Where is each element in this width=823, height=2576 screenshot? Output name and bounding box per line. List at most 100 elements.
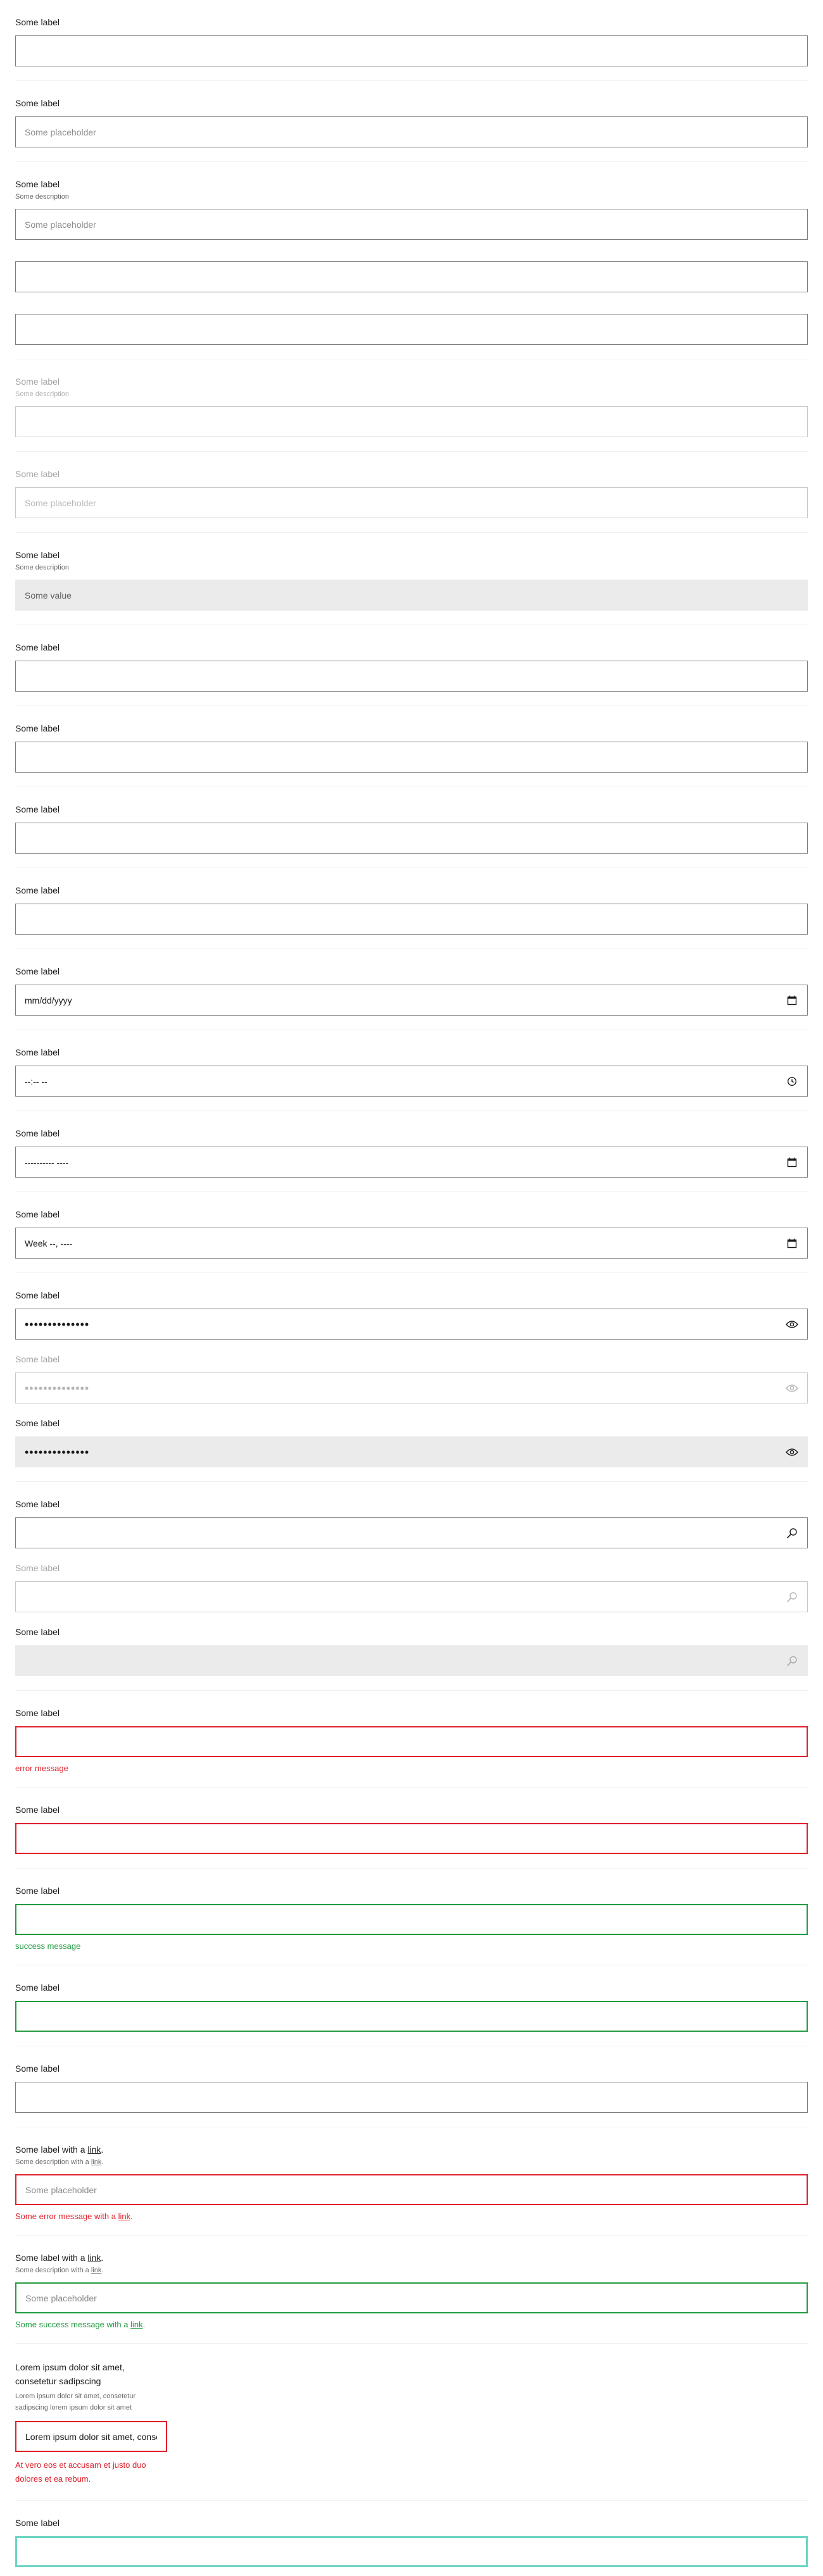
placeholder-text: Some placeholder	[25, 219, 96, 230]
success-message: Some success message with a link.	[15, 2320, 146, 2329]
field-group: Some label	[15, 706, 808, 787]
date-input[interactable]: mm/dd/yyyy	[15, 985, 808, 1016]
field-group: Some label	[15, 787, 808, 868]
field-label: Some label	[15, 1563, 60, 1573]
calendar-icon[interactable]	[786, 1156, 798, 1169]
search-icon	[786, 1655, 798, 1667]
description-link[interactable]: link	[91, 2267, 102, 2274]
field-label: Some label	[15, 885, 60, 895]
placeholder-text: Some placeholder	[25, 497, 96, 508]
field-group-disabled: Some label Some placeholder	[15, 452, 808, 533]
text-input-disabled	[15, 406, 808, 437]
field-group-readonly: Some label Some description Some value	[15, 533, 808, 625]
field-label: Some label	[15, 804, 60, 814]
placeholder-text: Some placeholder	[25, 2293, 97, 2303]
eye-icon[interactable]	[786, 1318, 798, 1331]
field-label: Some label	[15, 376, 60, 387]
field-description: Some description	[15, 193, 69, 201]
calendar-icon[interactable]	[786, 994, 798, 1007]
password-input-readonly: ••••••••••••••	[15, 1436, 808, 1467]
error-message: error message	[15, 1764, 68, 1773]
field-group-error: Some label error message	[15, 1691, 808, 1788]
text-input[interactable]: Some placeholder	[15, 209, 808, 240]
text-input-error[interactable]: Some placeholder	[15, 2174, 808, 2205]
text-input[interactable]	[15, 2082, 808, 2113]
field-value: Some value	[25, 590, 72, 600]
search-icon	[786, 1591, 798, 1603]
week-input[interactable]: Week --, ----	[15, 1228, 808, 1259]
success-link[interactable]: link	[130, 2320, 143, 2329]
text-input-error[interactable]	[15, 1823, 808, 1854]
field-value: Lorem ipsum dolor sit amet, conset	[25, 2431, 157, 2442]
placeholder-text: Some placeholder	[25, 2184, 97, 2195]
calendar-icon[interactable]	[786, 1237, 798, 1250]
text-input-error[interactable]: Lorem ipsum dolor sit amet, conset	[15, 2421, 167, 2452]
field-label: Some label	[15, 1805, 60, 1815]
success-message: success message	[15, 1941, 81, 1951]
text-input[interactable]	[15, 314, 808, 345]
search-icon[interactable]	[786, 1527, 798, 1540]
week-format: Week --, ----	[25, 1238, 73, 1248]
text-input-success[interactable]	[15, 1904, 808, 1935]
field-group: Some label ---------- ----	[15, 1111, 808, 1192]
field-label: Some label	[15, 1982, 60, 1993]
field-label: Some label	[15, 1354, 60, 1364]
eye-icon[interactable]	[786, 1446, 798, 1459]
field-description: Some description with a link.	[15, 2267, 104, 2274]
form-page: Some label Some label Some placeholder S…	[0, 0, 823, 2576]
field-label: Some label	[15, 179, 60, 189]
field-group-link-error: Some label with a link. Some description…	[15, 2127, 808, 2236]
field-group: Some label mm/dd/yyyy	[15, 949, 808, 1030]
field-label: Some label	[15, 1047, 60, 1057]
field-label: Some label	[15, 1499, 60, 1509]
time-input[interactable]: --:-- --	[15, 1066, 808, 1097]
field-group: Some label Some description Some placeho…	[15, 162, 808, 359]
description-link[interactable]: link	[91, 2158, 102, 2166]
error-link[interactable]: link	[118, 2212, 131, 2221]
time-format: --:-- --	[25, 1076, 47, 1086]
field-label: Some label	[15, 98, 60, 108]
field-label: Some label	[15, 642, 60, 652]
field-label: Some label	[15, 1886, 60, 1896]
email-input[interactable]	[15, 742, 808, 773]
clock-icon[interactable]	[786, 1075, 798, 1088]
datetime-input[interactable]: ---------- ----	[15, 1147, 808, 1178]
label-link[interactable]: link	[87, 2144, 101, 2155]
text-input[interactable]	[15, 661, 808, 692]
password-mask: ••••••••••••••	[25, 1447, 90, 1457]
field-label: Some label	[15, 723, 60, 733]
search-input[interactable]	[15, 1517, 808, 1548]
field-label: Some label	[15, 469, 60, 479]
field-label: Some label	[15, 1708, 60, 1718]
datetime-format: ---------- ----	[25, 1157, 69, 1167]
field-description: Some description with a link.	[15, 2158, 104, 2166]
text-input[interactable]	[15, 261, 808, 292]
error-message: Some error message with a link.	[15, 2212, 133, 2221]
text-input-error[interactable]	[15, 1726, 808, 1757]
field-group-error: Some label	[15, 1788, 808, 1869]
field-label: Some label with a link.	[15, 2253, 104, 2263]
field-label: Some label	[15, 1627, 60, 1637]
password-mask: ••••••••••••••	[25, 1383, 90, 1393]
text-input-success[interactable]: Some placeholder	[15, 2282, 808, 2313]
date-format: mm/dd/yyyy	[25, 995, 72, 1005]
field-group: Some label	[15, 625, 808, 706]
label-link[interactable]: link	[87, 2253, 101, 2263]
field-label: Some label	[15, 1418, 60, 1428]
text-input[interactable]	[15, 35, 808, 66]
field-label: Some label	[15, 550, 60, 560]
field-label: Some label with a link.	[15, 2144, 104, 2155]
password-input[interactable]: ••••••••••••••	[15, 1309, 808, 1340]
text-input-success[interactable]	[15, 2001, 808, 2032]
text-input[interactable]: Some placeholder	[15, 116, 808, 147]
tel-input[interactable]	[15, 904, 808, 935]
field-group: Some label	[15, 868, 808, 949]
field-label: Some label	[15, 966, 60, 976]
number-input[interactable]	[15, 823, 808, 854]
field-label: Some label	[15, 2518, 60, 2528]
field-description: Lorem ipsum dolor sit amet, consetetur s…	[15, 2392, 136, 2411]
text-input-focused[interactable]	[15, 2536, 808, 2567]
field-group-long-text: Lorem ipsum dolor sit amet, consetetur s…	[15, 2344, 808, 2501]
field-group: Some label --:-- --	[15, 1030, 808, 1111]
field-label: Some label	[15, 17, 60, 27]
